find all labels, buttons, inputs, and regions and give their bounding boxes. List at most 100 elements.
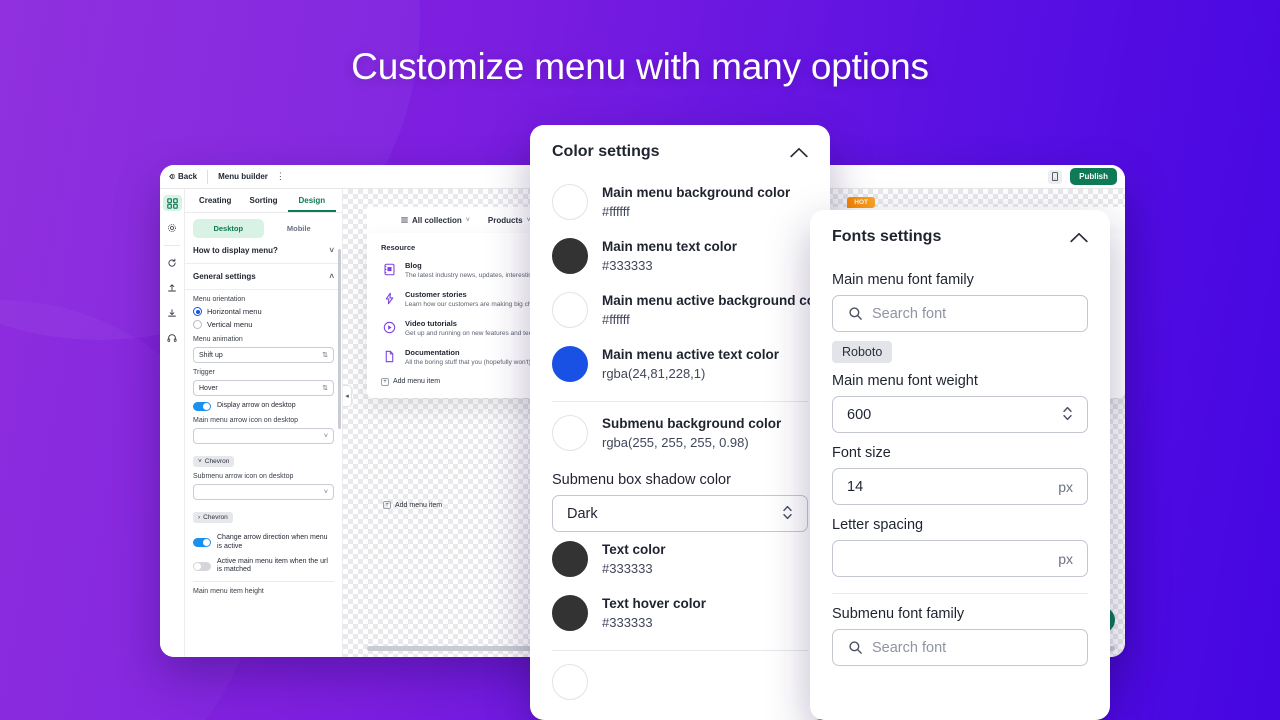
color-row-active-text[interactable]: Main menu active text color rgba(24,81,2… — [552, 337, 808, 391]
sidebar-item-sync[interactable] — [163, 255, 182, 271]
toggle-change-arrow-direction[interactable]: Change arrow direction when menu is acti… — [193, 534, 334, 552]
toggle-display-arrow[interactable]: Display arrow on desktop — [193, 402, 334, 411]
color-text-text-color: Text color #333333 — [602, 542, 666, 576]
color-row-submenu-bg[interactable]: Submenu background color rgba(255, 255, … — [552, 406, 808, 460]
color-panel-header[interactable]: Color settings — [530, 125, 830, 175]
color-swatch-main-bg[interactable] — [552, 184, 588, 220]
mobile-device-icon[interactable] — [1048, 169, 1063, 184]
stepper-icon — [782, 504, 793, 522]
color-swatch-text-color[interactable] — [552, 541, 588, 577]
radio-vertical-menu[interactable]: Vertical menu — [193, 320, 334, 329]
topbar-divider — [207, 169, 209, 184]
accordion-general-settings[interactable]: General settings ˄ — [185, 264, 342, 290]
color-value-text-color: #333333 — [602, 560, 653, 576]
trigger-select[interactable]: Hover ⇅ — [193, 380, 334, 396]
segment-desktop[interactable]: Desktop — [193, 219, 264, 238]
preview-collapse-handle[interactable]: ◂ — [343, 385, 352, 407]
sidebar-item-upload[interactable] — [163, 280, 182, 296]
color-label-submenu-bg: Submenu background color — [602, 415, 782, 431]
sidebar-item-menu-builder[interactable] — [162, 195, 182, 211]
color-swatch-active-bg[interactable] — [552, 292, 588, 328]
accordion-label-display: How to display menu? — [193, 246, 278, 255]
sidebar-item-download[interactable] — [163, 305, 182, 321]
chevron-up-icon: ˄ — [329, 272, 334, 281]
main-font-family-placeholder: Search font — [872, 305, 947, 322]
tab-sorting[interactable]: Sorting — [239, 193, 287, 212]
toggle-active-url[interactable]: Active main menu item when the url is ma… — [193, 558, 334, 576]
color-label-main-text: Main menu text color — [602, 238, 738, 254]
font-size-value: 14 — [847, 478, 864, 495]
chevron-up-icon[interactable] — [1070, 228, 1088, 246]
main-arrow-select[interactable]: ˅ — [193, 428, 334, 444]
submenu-shadow-select[interactable]: Dark — [552, 495, 808, 532]
trigger-value: Hover — [199, 384, 218, 392]
settings-scrollbar[interactable] — [338, 249, 341, 429]
device-segmented-control: Desktop Mobile — [193, 219, 334, 238]
dropdown-title-video: Video tutorials — [405, 319, 457, 329]
radio-horizontal-menu[interactable]: Horizontal menu — [193, 307, 334, 316]
chevron-right-icon: › — [198, 514, 201, 521]
tab-design[interactable]: Design — [287, 193, 336, 212]
main-font-family-search[interactable]: Search font — [832, 295, 1088, 332]
dropdown-desc-blog: The latest industry news, updates, inter… — [405, 272, 536, 279]
color-row-main-text[interactable]: Main menu text color #333333 — [552, 229, 808, 283]
preview-menu-item-all-collection[interactable]: All collection ˅ — [401, 216, 470, 225]
color-row-active-bg[interactable]: Main menu active background color #fffff… — [552, 283, 830, 337]
letter-spacing-label: Letter spacing — [832, 517, 924, 533]
segment-mobile[interactable]: Mobile — [264, 219, 335, 238]
fonts-panel-header[interactable]: Fonts settings — [810, 210, 1110, 260]
add-menu-item-button-secondary[interactable]: + Add menu item — [383, 501, 442, 509]
color-swatch-partial[interactable] — [552, 664, 588, 700]
tab-creating[interactable]: Creating — [191, 193, 239, 212]
color-swatch-text-hover[interactable] — [552, 595, 588, 631]
color-panel-body: Main menu background color #ffffff Main … — [530, 175, 830, 709]
app-title: Menu builder — [218, 172, 268, 181]
sync-icon — [168, 258, 176, 267]
preview-menu-item-products[interactable]: Products ˅ — [488, 216, 531, 225]
fonts-panel-title: Fonts settings — [832, 228, 942, 245]
chip-main-arrow-chevron[interactable]: ˅ Chevron — [193, 456, 235, 467]
hamburger-icon — [401, 217, 408, 223]
color-row-text-color[interactable]: Text color #333333 — [552, 532, 808, 586]
stepper-icon[interactable] — [1062, 405, 1073, 423]
submenu-font-family-search[interactable]: Search font — [832, 629, 1088, 666]
design-tabs: Creating Sorting Design — [185, 189, 342, 213]
font-size-input[interactable]: 14 px — [832, 468, 1088, 505]
preview-menu-label-1: All collection — [412, 215, 462, 225]
sidebar-item-support[interactable] — [163, 330, 182, 346]
chevron-down-icon: ˅ — [465, 216, 470, 224]
rail-divider — [164, 245, 180, 246]
kebab-menu-icon[interactable]: ⋮ — [276, 171, 285, 181]
color-text-text-hover: Text hover color #333333 — [602, 596, 706, 630]
color-label-main-bg: Main menu background color — [602, 184, 791, 200]
accordion-how-to-display[interactable]: How to display menu? ˅ — [185, 238, 342, 264]
color-swatch-main-text[interactable] — [552, 238, 588, 274]
accordion-label-general: General settings — [193, 272, 256, 281]
blog-icon — [381, 261, 397, 277]
color-row-partial[interactable] — [552, 655, 808, 709]
color-text-main-text: Main menu text color #333333 — [602, 239, 737, 273]
color-label-text-hover: Text hover color — [602, 595, 707, 611]
publish-button[interactable]: Publish — [1070, 168, 1117, 185]
font-tag-roboto[interactable]: Roboto — [832, 341, 893, 363]
main-font-weight-input[interactable]: 600 — [832, 396, 1088, 433]
color-value-submenu-bg: rgba(255, 255, 255, 0.98) — [602, 434, 749, 450]
color-swatch-active-text[interactable] — [552, 346, 588, 382]
color-panel-divider-1 — [552, 401, 808, 402]
color-row-text-hover[interactable]: Text hover color #333333 — [552, 586, 808, 640]
letter-spacing-input[interactable]: px — [832, 540, 1088, 577]
color-swatch-submenu-bg[interactable] — [552, 415, 588, 451]
dropdown-item-text-video: Video tutorials Get up and running on ne… — [405, 319, 535, 338]
back-button[interactable]: Back — [168, 172, 197, 181]
color-text-submenu-bg: Submenu background color rgba(255, 255, … — [602, 416, 781, 450]
color-row-main-bg[interactable]: Main menu background color #ffffff — [552, 175, 808, 229]
dropdown-item-text-blog: Blog The latest industry news, updates, … — [405, 261, 535, 280]
chip-sub-arrow-chevron[interactable]: › Chevron — [193, 512, 233, 523]
sub-arrow-label: Submenu arrow icon on desktop — [193, 473, 294, 480]
chevron-up-icon[interactable] — [790, 143, 808, 161]
menu-builder-icon — [166, 197, 178, 209]
radio-label-horizontal: Horizontal menu — [207, 307, 262, 316]
sub-arrow-select[interactable]: ˅ — [193, 484, 334, 500]
sidebar-item-settings[interactable] — [163, 220, 182, 236]
menu-animation-select[interactable]: Shift up ⇅ — [193, 347, 334, 363]
